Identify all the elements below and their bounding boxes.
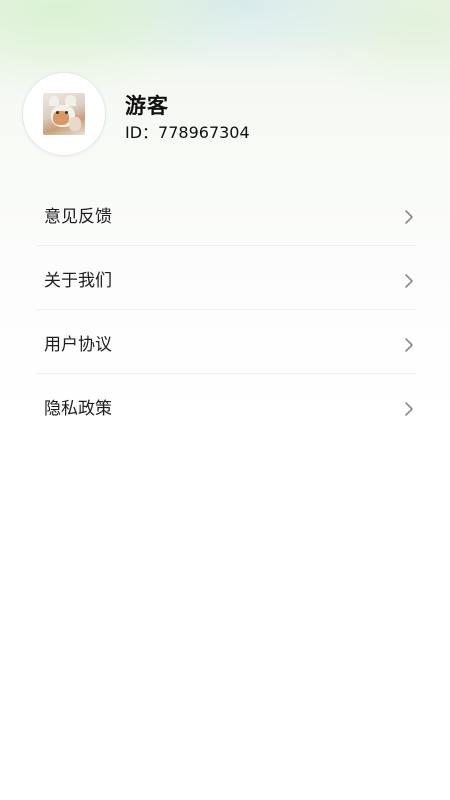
menu-item-label: 用户协议 xyxy=(44,335,112,355)
menu-item-label: 关于我们 xyxy=(44,271,112,291)
avatar[interactable] xyxy=(22,72,106,156)
chevron-right-icon xyxy=(405,210,413,224)
avatar-image xyxy=(43,93,85,135)
menu-item-user-agreement[interactable]: 用户协议 xyxy=(0,310,450,374)
menu-item-label: 隐私政策 xyxy=(44,399,112,419)
menu-item-feedback[interactable]: 意见反馈 xyxy=(0,182,450,246)
settings-menu: 意见反馈 关于我们 用户协议 隐私政策 xyxy=(0,182,450,438)
menu-item-about-us[interactable]: 关于我们 xyxy=(0,246,450,310)
chevron-right-icon xyxy=(405,338,413,352)
profile-header: 游客 ID：778967304 xyxy=(0,0,450,170)
chevron-right-icon xyxy=(405,274,413,288)
user-id: ID：778967304 xyxy=(125,123,250,142)
username: 游客 xyxy=(125,94,169,118)
menu-item-label: 意见反馈 xyxy=(44,207,112,227)
chevron-right-icon xyxy=(405,402,413,416)
menu-item-privacy-policy[interactable]: 隐私政策 xyxy=(0,374,450,438)
